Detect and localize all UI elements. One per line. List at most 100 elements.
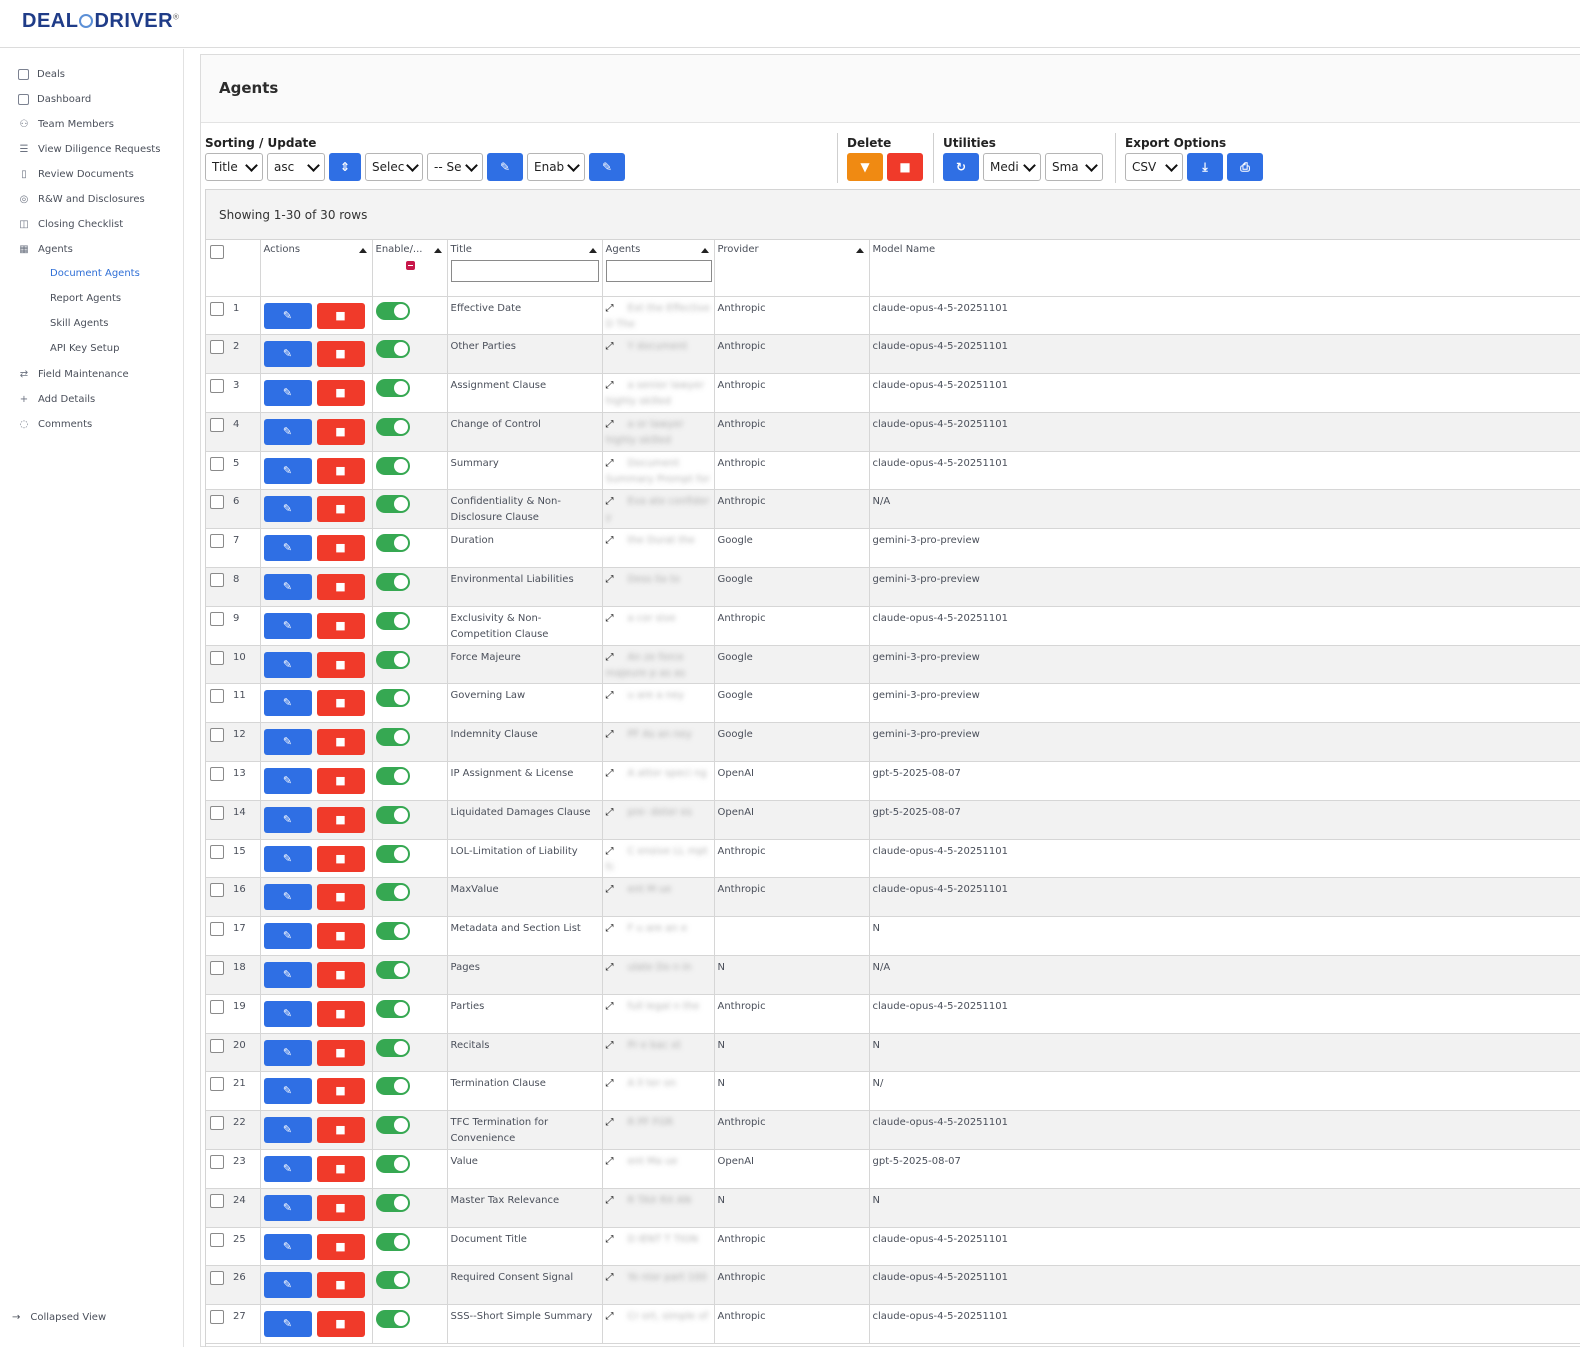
row-checkbox[interactable] (210, 456, 224, 471)
delete-row-button[interactable]: ■ (316, 1194, 365, 1221)
delete-row-button[interactable]: ■ (316, 1078, 365, 1105)
expand-icon[interactable]: ⤢ (606, 380, 614, 391)
row-checkbox[interactable] (210, 340, 224, 355)
row-checkbox[interactable] (210, 689, 224, 704)
row-checkbox[interactable] (210, 1271, 224, 1286)
sidebar-subitem-report-agents[interactable]: Report Agents (50, 293, 121, 304)
enable-select[interactable]: Enab (527, 153, 585, 181)
refresh-button[interactable]: ↻ (943, 153, 979, 181)
delete-row-button[interactable]: ■ (316, 302, 365, 329)
select-all-checkbox[interactable] (210, 245, 224, 259)
expand-icon[interactable]: ⤢ (606, 729, 614, 740)
enable-update-button[interactable]: ✎ (589, 153, 625, 181)
enable-toggle[interactable] (375, 1310, 410, 1329)
edit-row-button[interactable]: ✎ (263, 535, 312, 562)
edit-row-button[interactable]: ✎ (263, 418, 312, 445)
row-checkbox[interactable] (210, 767, 224, 782)
enable-toggle[interactable] (375, 379, 410, 398)
enable-toggle[interactable] (375, 417, 410, 436)
delete-row-button[interactable]: ■ (316, 962, 365, 989)
bulk-update-button[interactable]: ✎ (487, 153, 523, 181)
expand-icon[interactable]: ⤢ (606, 613, 614, 624)
enable-toggle[interactable] (375, 573, 410, 592)
enable-toggle[interactable] (375, 999, 410, 1018)
size-select[interactable]: Medi (983, 153, 1041, 181)
edit-row-button[interactable]: ✎ (263, 690, 312, 717)
edit-row-button[interactable]: ✎ (263, 806, 312, 833)
sidebar-item-deals[interactable]: Deals (18, 65, 65, 83)
edit-row-button[interactable]: ✎ (263, 1311, 312, 1338)
enable-toggle[interactable] (375, 767, 410, 786)
column-header-agents[interactable]: Agents (602, 240, 715, 297)
row-checkbox[interactable] (210, 1232, 224, 1247)
sidebar-item-dashboard[interactable]: Dashboard (18, 90, 91, 108)
delete-row-button[interactable]: ■ (316, 418, 365, 445)
sort-order-select[interactable]: asc (267, 153, 325, 181)
expand-icon[interactable]: ⤢ (606, 419, 614, 430)
sidebar-item-add-details[interactable]: + Add Details (18, 390, 95, 408)
sidebar-subitem-document-agents[interactable]: Document Agents (50, 268, 140, 279)
sidebar-item-view-diligence-requests[interactable]: ☰ View Diligence Requests (18, 140, 161, 158)
row-checkbox[interactable] (210, 1155, 224, 1170)
enable-toggle[interactable] (375, 883, 410, 902)
sidebar-item-team-members[interactable]: ⚇ Team Members (18, 115, 114, 133)
enable-toggle[interactable] (375, 1077, 410, 1096)
expand-icon[interactable]: ⤢ (606, 303, 614, 314)
collapse-icon[interactable] (405, 261, 415, 270)
edit-row-button[interactable]: ✎ (263, 612, 312, 639)
expand-icon[interactable]: ⤢ (606, 496, 614, 507)
enable-toggle[interactable] (375, 1116, 410, 1135)
enable-toggle[interactable] (375, 301, 410, 320)
enable-toggle[interactable] (375, 1271, 410, 1290)
delete-row-button[interactable]: ■ (316, 806, 365, 833)
sidebar-item-r-w-and-disclosures[interactable]: ◎ R&W and Disclosures (18, 190, 145, 208)
sidebar-item-comments[interactable]: ◌ Comments (18, 415, 93, 433)
edit-row-button[interactable]: ✎ (263, 1117, 312, 1144)
expand-icon[interactable]: ⤢ (606, 1156, 614, 1167)
row-checkbox[interactable] (210, 650, 224, 665)
row-checkbox[interactable] (210, 1116, 224, 1131)
enable-toggle[interactable] (375, 1038, 410, 1057)
enable-toggle[interactable] (375, 689, 410, 708)
delete-row-button[interactable]: ■ (316, 1117, 365, 1144)
edit-row-button[interactable]: ✎ (263, 768, 312, 795)
row-checkbox[interactable] (210, 611, 224, 626)
delete-row-button[interactable]: ■ (316, 845, 365, 872)
field-select[interactable]: Selec (365, 153, 423, 181)
expand-icon[interactable]: ⤢ (606, 807, 614, 818)
density-select[interactable]: Sma (1045, 153, 1103, 181)
expand-icon[interactable]: ⤢ (606, 846, 614, 857)
expand-icon[interactable]: ⤢ (606, 1001, 614, 1012)
delete-row-button[interactable]: ■ (316, 574, 365, 601)
expand-icon[interactable]: ⤢ (606, 1117, 614, 1128)
enable-toggle[interactable] (375, 922, 410, 941)
enable-toggle[interactable] (375, 1232, 410, 1251)
enable-toggle[interactable] (375, 805, 410, 824)
expand-icon[interactable]: ⤢ (606, 574, 614, 585)
row-checkbox[interactable] (210, 844, 224, 859)
enable-toggle[interactable] (375, 456, 410, 475)
delete-row-button[interactable]: ■ (316, 884, 365, 911)
enable-toggle[interactable] (375, 611, 410, 630)
sidebar-item-agents[interactable]: ▦ Agents (18, 240, 73, 258)
delete-row-button[interactable]: ■ (316, 768, 365, 795)
delete-selected-button[interactable]: ■ (887, 153, 923, 181)
expand-icon[interactable]: ⤢ (606, 1078, 614, 1089)
delete-row-button[interactable]: ■ (316, 729, 365, 756)
delete-row-button[interactable]: ■ (316, 651, 365, 678)
edit-row-button[interactable]: ✎ (263, 1272, 312, 1299)
edit-row-button[interactable]: ✎ (263, 341, 312, 368)
row-checkbox[interactable] (210, 1310, 224, 1325)
edit-row-button[interactable]: ✎ (263, 1156, 312, 1183)
enable-toggle[interactable] (375, 534, 410, 553)
expand-icon[interactable]: ⤢ (606, 652, 614, 663)
delete-row-button[interactable]: ■ (316, 1272, 365, 1299)
expand-icon[interactable]: ⤢ (606, 1040, 614, 1051)
edit-row-button[interactable]: ✎ (263, 302, 312, 329)
sort-field-select[interactable]: Title (205, 153, 263, 181)
edit-row-button[interactable]: ✎ (263, 380, 312, 407)
row-checkbox[interactable] (210, 1077, 224, 1092)
expand-icon[interactable]: ⤢ (606, 341, 614, 352)
row-checkbox[interactable] (210, 999, 224, 1014)
enable-toggle[interactable] (375, 495, 410, 514)
